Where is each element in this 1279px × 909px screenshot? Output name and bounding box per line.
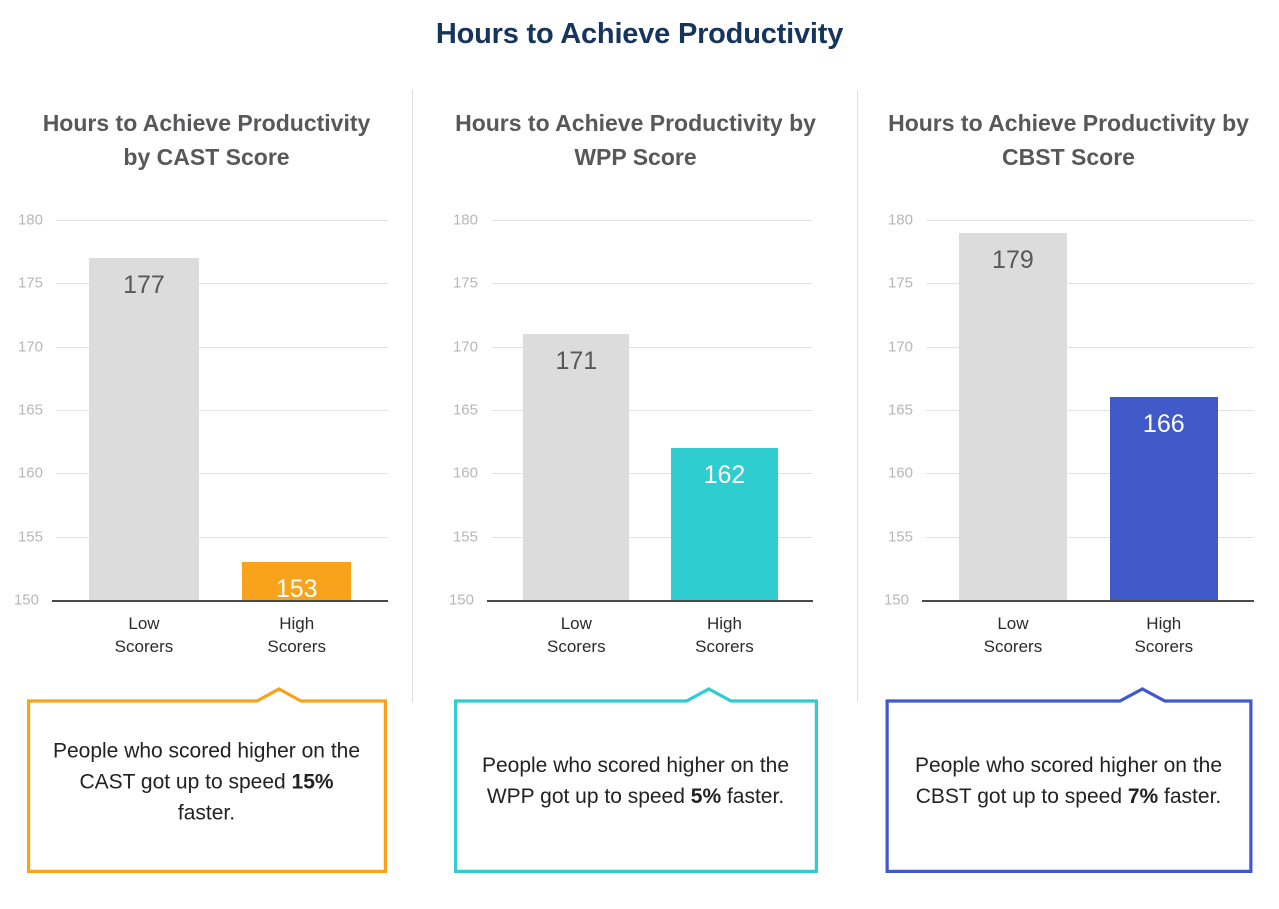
y-axis-tick-label: 175 [17, 274, 43, 292]
bar-value-label: 166 [1142, 410, 1185, 439]
plot-area: 180 175 170 165 160 155 150 179 Low Scorers 166 Hig… [884, 212, 1254, 656]
callout-wrapper: People who scored higher on the CAST got… [0, 687, 413, 887]
x-axis-category-label: High Scorers [242, 612, 352, 658]
category-line-1: High [279, 614, 315, 633]
y-axis-tick-label: 180 [887, 211, 913, 229]
callout-box-cast: People who scored higher on the CAST got… [27, 687, 387, 873]
x-axis-category-label: High Scorers [671, 612, 777, 658]
panel-subtitle-cbst: Hours to Achieve Productivity by CBST Sc… [888, 110, 1249, 170]
callout-text: People who scored higher on the CAST got… [27, 735, 387, 828]
callout-wrapper: People who scored higher on the CBST got… [858, 687, 1279, 887]
category-line-2: Scorers [1134, 637, 1194, 656]
callout-percent: 7% [1127, 785, 1159, 809]
category-line-2: Scorers [695, 637, 754, 656]
callout-percent: 15% [291, 770, 334, 794]
bar-value-label: 179 [992, 245, 1034, 274]
y-axis-tick-label: 160 [17, 464, 43, 482]
bars-group: 171 Low Scorers 162 High Scorers [491, 220, 813, 656]
y-axis-tick-label: 170 [887, 338, 913, 356]
bar-value-label: 162 [703, 461, 746, 489]
bar-low-scorers[interactable]: 177 [89, 258, 199, 600]
plot-area: 180 175 170 165 160 155 150 177 Low Scorers 153 Hig… [14, 212, 388, 656]
x-axis-category-label: Low Scorers [959, 612, 1067, 658]
y-axis-tick-label: 150 [13, 591, 39, 609]
callout-suffix: faster. [1158, 785, 1222, 809]
y-axis-tick-label: 155 [887, 528, 913, 546]
category-line-2: Scorers [114, 637, 174, 656]
plot-area: 180 175 170 165 160 155 150 171 Low Scorers 162 Hig… [449, 212, 813, 656]
y-axis-tick-label: 165 [887, 401, 913, 419]
x-axis-category-label: Low Scorers [523, 612, 629, 658]
callout-suffix: faster. [721, 785, 785, 809]
callout-box-cbst: People who scored higher on the CBST got… [885, 687, 1252, 873]
chart-panel-cbst: Hours to Achieve Productivity by CBST Sc… [858, 90, 1279, 909]
y-axis-tick-label: 165 [17, 401, 43, 419]
y-axis-tick-label: 160 [452, 464, 478, 482]
chart-panel-wpp: Hours to Achieve Productivity by WPP Sco… [413, 90, 858, 909]
bar-slot-low: 171 Low Scorers [523, 220, 630, 656]
bar-chart-wpp: 180 175 170 165 160 155 150 171 Low Scorers 162 Hig… [413, 212, 858, 660]
category-line-2: Scorers [547, 637, 606, 656]
y-axis-tick-label: 180 [17, 211, 43, 229]
panel-subtitle-wpp: Hours to Achieve Productivity by WPP Sco… [455, 110, 816, 170]
bar-value-label: 171 [555, 347, 598, 375]
bar-low-scorers[interactable]: 179 [958, 232, 1068, 600]
x-axis-line: 150 [449, 592, 813, 609]
bar-slot-low: 179 Low Scorers [958, 220, 1068, 656]
bars-group: 177 Low Scorers 153 High Scorers [56, 220, 388, 656]
y-axis-tick-label: 170 [17, 338, 43, 356]
page-title: Hours to Achieve Productivity [435, 18, 844, 50]
bar-high-scorers[interactable]: 162 [671, 448, 778, 600]
chart-panels-row: Hours to Achieve Productivity by CAST Sc… [0, 90, 1279, 909]
category-line-2: Scorers [983, 637, 1043, 656]
bar-slot-high: 153 High Scorers [241, 220, 352, 656]
bar-chart-cbst: 180 175 170 165 160 155 150 179 Low Scorers 166 Hig… [858, 212, 1279, 660]
bar-high-scorers[interactable]: 153 [241, 562, 352, 603]
y-axis-tick-label: 175 [452, 274, 478, 292]
bar-value-label: 177 [123, 271, 165, 299]
x-axis-category-label: Low Scorers [89, 612, 199, 658]
y-axis-tick-label: 165 [452, 401, 478, 419]
y-axis-tick-label: 150 [883, 591, 909, 609]
y-axis-tick-label: 180 [452, 211, 478, 229]
y-axis-tick-label: 160 [887, 464, 913, 482]
bar-slot-high: 166 High Scorers [1109, 220, 1218, 656]
callout-text: People who scored higher on the CBST got… [885, 750, 1252, 812]
chart-panel-cast: Hours to Achieve Productivity by CAST Sc… [0, 90, 413, 909]
callout-text: People who scored higher on the WPP got … [454, 750, 818, 812]
y-axis-tick-label: 155 [452, 528, 478, 546]
bar-slot-low: 177 Low Scorers [89, 220, 199, 656]
callout-suffix: faster. [177, 801, 236, 825]
category-line-1: Low [128, 614, 160, 633]
callout-box-wpp: People who scored higher on the WPP got … [454, 687, 818, 873]
y-axis-tick-label: 155 [17, 528, 43, 546]
panel-subtitle-cast: Hours to Achieve Productivity by CAST Sc… [42, 110, 371, 170]
category-line-1: Low [560, 614, 592, 633]
category-line-1: High [1146, 614, 1182, 633]
x-axis-line: 150 [884, 592, 1254, 609]
y-axis-tick-label: 150 [448, 591, 474, 609]
bar-high-scorers[interactable]: 166 [1109, 397, 1218, 600]
category-line-1: Low [997, 614, 1029, 633]
bar-slot-high: 162 High Scorers [671, 220, 778, 656]
bar-chart-cast: 180 175 170 165 160 155 150 177 Low Scorers 153 Hig… [0, 212, 413, 660]
callout-wrapper: People who scored higher on the WPP got … [413, 687, 858, 887]
category-line-2: Scorers [267, 637, 326, 656]
callout-percent: 5% [690, 785, 722, 809]
bar-value-label: 153 [275, 575, 318, 603]
y-axis-tick-label: 170 [452, 338, 478, 356]
bars-group: 179 Low Scorers 166 High Scorers [926, 220, 1254, 656]
x-axis-category-label: High Scorers [1110, 612, 1218, 658]
bar-low-scorers[interactable]: 171 [523, 334, 630, 600]
category-line-1: High [706, 614, 742, 633]
y-axis-tick-label: 175 [887, 274, 913, 292]
